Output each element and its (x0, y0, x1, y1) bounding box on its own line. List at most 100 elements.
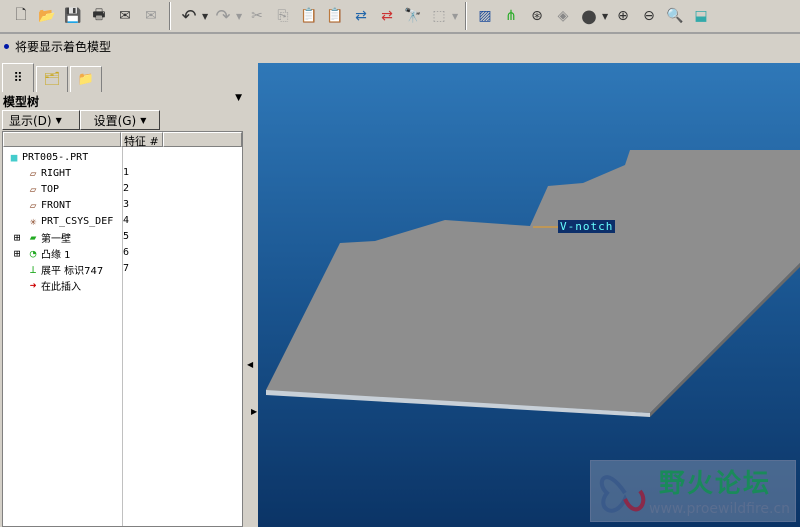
sheetmetal-model (266, 150, 800, 417)
spin-icon[interactable]: ◈ (552, 5, 574, 27)
panel-menu-arrow[interactable]: ▼ (235, 93, 242, 103)
column-header-feature[interactable]: 特征 # (121, 132, 163, 148)
find-icon[interactable]: 🔭 (402, 5, 424, 27)
regen-manager-icon[interactable]: ⇄ (376, 5, 398, 27)
butterfly-logo-icon (599, 475, 646, 513)
tree-item-part[interactable]: ■ PRT005-.PRT (6, 149, 89, 165)
open-icon[interactable]: 📂 (36, 5, 58, 27)
redo-icon[interactable]: ↷ (212, 5, 234, 27)
tree-item-label: 展平 标识747 (41, 265, 104, 277)
unbend-icon: ⊥ (29, 262, 37, 276)
axis-icon[interactable]: ⋔ (500, 5, 522, 27)
select-box-icon[interactable]: ⬚ (428, 5, 450, 27)
refit-icon[interactable]: 🔍 (664, 5, 686, 27)
message-text: 将要显示着色模型 (15, 39, 112, 54)
show-button[interactable]: 显示(D) ▼ (2, 110, 80, 130)
model-tree: 特征 # ■ PRT005-.PRT ▱ RIGHT 1 ▱ TOP 2 ▱ FRONT… (2, 131, 243, 527)
zoom-out-icon[interactable]: ⊖ (638, 5, 660, 27)
datum-plane-icon: ▱ (29, 198, 37, 212)
part-icon: ■ (10, 150, 18, 164)
reorient-icon[interactable]: ⬓ (690, 5, 712, 27)
tree-item-first-wall[interactable]: ⊞ ▰ 第一壁 (9, 229, 71, 245)
tree-item-right[interactable]: ▱ RIGHT (25, 165, 71, 181)
graphics-viewport[interactable]: V-notch 野火论坛 www.proewildfire.cn (258, 63, 800, 527)
collapse-arrow-icon[interactable]: ◀ (247, 360, 253, 369)
feature-number: 6 (123, 247, 130, 258)
undo-dropdown[interactable]: ▼ (202, 12, 210, 21)
tree-item-csys[interactable]: ✳ PRT_CSYS_DEF (25, 213, 114, 229)
panel-splitter[interactable]: ◀ ▶ (245, 62, 257, 527)
chevron-down-icon: ▼ (140, 115, 147, 125)
navigator-tabs: ⠿ 🗂 📁 (2, 63, 104, 92)
copy-icon[interactable]: ⎘ (272, 5, 294, 27)
main-toolbar: 🗋 📂 💾 🖶 ✉ ✉ ↶ ▼ ↷ ▼ ✂ ⎘ 📋 📋 ⇄ ⇄ 🔭 ⬚ ▼ ▨ ⋔ ⊛… (0, 0, 800, 34)
csys-icon: ✳ (29, 214, 37, 228)
settings-label: 设置(G) (93, 113, 137, 128)
watermark-title: 野火论坛 (659, 469, 772, 499)
datum-display-icon[interactable]: ▨ (474, 5, 496, 27)
folders-icon: 🗂 (43, 72, 61, 87)
shading-dropdown[interactable]: ▼ (602, 12, 610, 21)
v-notch-annotation[interactable]: V-notch (558, 220, 616, 233)
insert-arrow-icon: ➜ (29, 278, 37, 292)
watermark-url: www.proewildfire.cn (649, 501, 791, 517)
model-tree-icon: ⠿ (13, 70, 23, 86)
email-icon[interactable]: ✉ (114, 5, 136, 27)
separator (169, 2, 171, 30)
paste-special-icon[interactable]: 📋 (324, 5, 346, 27)
tab-model-tree[interactable]: ⠿ (2, 63, 34, 92)
column-header-empty (163, 132, 242, 147)
message-area: 将要显示着色模型 (0, 36, 800, 56)
select-dropdown[interactable]: ▼ (452, 12, 460, 21)
shading-icon[interactable]: ● (578, 5, 600, 27)
settings-button[interactable]: 设置(G) ▼ (80, 110, 160, 130)
tree-item-label: 第一壁 (41, 233, 71, 245)
column-header-name[interactable] (3, 132, 121, 147)
tree-item-label: 凸缘 1 (41, 249, 71, 261)
email-link-icon[interactable]: ✉ (140, 5, 162, 27)
expand-icon[interactable]: ⊞ (9, 231, 25, 244)
tab-folder-browser[interactable]: 🗂 (36, 66, 68, 92)
tree-item-flange[interactable]: ⊞ ◔ 凸缘 1 (9, 245, 71, 261)
plate-top-face (266, 150, 800, 413)
cut-icon[interactable]: ✂ (246, 5, 268, 27)
regenerate-icon[interactable]: ⇄ (350, 5, 372, 27)
tree-item-unbend[interactable]: ⊥ 展平 标识747 (25, 261, 104, 277)
watermark-logo: 野火论坛 www.proewildfire.cn (590, 460, 796, 522)
show-label: 显示(D) (9, 113, 52, 128)
panel-header: 模型树 ▼ (0, 93, 246, 109)
panel-title: 模型树 (3, 95, 40, 109)
undo-icon[interactable]: ↶ (178, 5, 200, 27)
feature-number: 5 (123, 231, 130, 242)
chevron-down-icon: ▼ (55, 115, 62, 125)
expand-arrow-icon[interactable]: ▶ (251, 407, 257, 416)
tree-item-insert-here[interactable]: ➜ 在此插入 (25, 277, 81, 293)
csys-icon[interactable]: ⊛ (526, 5, 548, 27)
expand-icon[interactable]: ⊞ (9, 247, 25, 260)
tree-item-label: PRT005-.PRT (22, 151, 89, 163)
zoom-in-icon[interactable]: ⊕ (612, 5, 634, 27)
sheetmetal-wall-icon: ▰ (29, 230, 37, 244)
tree-item-label: TOP (41, 183, 60, 195)
new-icon[interactable]: 🗋 (10, 5, 32, 27)
feature-number: 2 (123, 183, 130, 194)
feature-number: 1 (123, 167, 130, 178)
tree-item-label: 在此插入 (41, 281, 81, 293)
datum-plane-icon: ▱ (29, 166, 37, 180)
bullet-icon (4, 43, 9, 49)
print-icon[interactable]: 🖶 (88, 5, 110, 27)
save-icon[interactable]: 💾 (62, 5, 84, 27)
feature-number: 3 (123, 199, 130, 210)
tree-item-label: FRONT (41, 199, 72, 211)
redo-dropdown[interactable]: ▼ (236, 12, 244, 21)
separator (465, 2, 467, 30)
paste-icon[interactable]: 📋 (298, 5, 320, 27)
tree-item-top[interactable]: ▱ TOP (25, 181, 59, 197)
tree-item-label: RIGHT (41, 167, 72, 179)
feature-number: 7 (123, 263, 130, 274)
tab-favorites[interactable]: 📁 (70, 66, 102, 92)
flange-icon: ◔ (29, 246, 37, 260)
datum-plane-icon: ▱ (29, 182, 37, 196)
tree-item-front[interactable]: ▱ FRONT (25, 197, 71, 213)
feature-number: 4 (123, 215, 130, 226)
